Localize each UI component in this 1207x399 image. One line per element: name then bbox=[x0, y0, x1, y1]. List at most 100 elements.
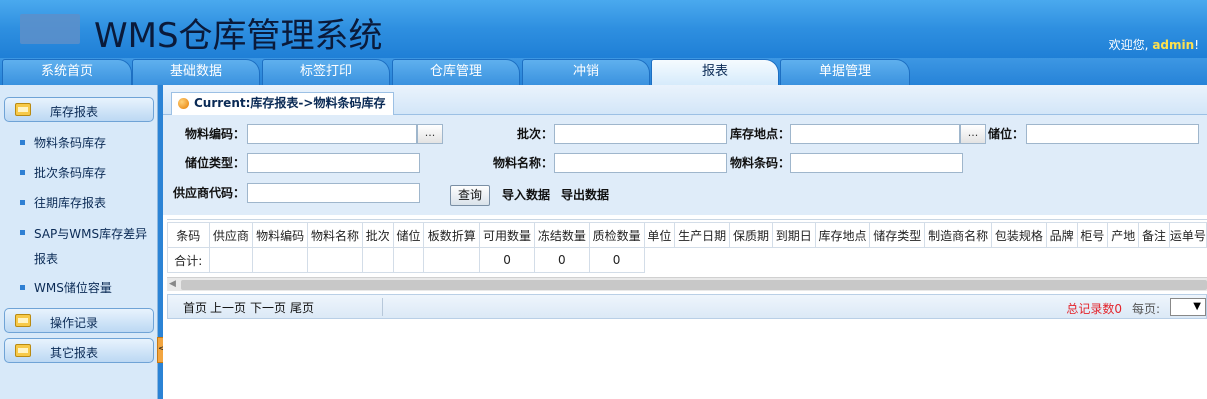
sidebar-item-past-stock-report[interactable]: 往期库存报表 bbox=[20, 192, 154, 214]
search-form: 物料编码： ... 批次： 库存地点： ... 储位： 储位类型： 物料名称： … bbox=[163, 115, 1207, 215]
material-barcode-label: 物料条码： bbox=[729, 156, 790, 170]
scroll-left-arrow-icon[interactable]: ◀ bbox=[169, 279, 176, 289]
column-header[interactable]: 库存地点 bbox=[814, 222, 871, 248]
sidebar-item-batch-barcode-stock[interactable]: 批次条码库存 bbox=[20, 162, 154, 184]
sidebar-group-other-reports[interactable]: 其它报表 bbox=[4, 338, 154, 363]
supplier-code-input[interactable] bbox=[247, 183, 420, 203]
main-content: Current:库存报表->物料条码库存 物料编码： ... 批次： 库存地点：… bbox=[163, 85, 1207, 399]
app-title: WMS仓库管理系统 bbox=[94, 16, 383, 56]
location-label: 库存地点： bbox=[729, 127, 790, 141]
material-name-input[interactable] bbox=[554, 153, 727, 173]
supplier-code-label: 供应商代码： bbox=[172, 186, 245, 200]
table-cell bbox=[423, 247, 481, 273]
sidebar-group-inventory-reports[interactable]: 库存报表 bbox=[4, 97, 154, 122]
sidebar-item-wms-bin-capacity[interactable]: WMS储位容量 bbox=[20, 277, 154, 299]
bullet-icon bbox=[20, 285, 25, 290]
location-input[interactable] bbox=[790, 124, 960, 144]
prev-page-link[interactable]: 上一页 bbox=[210, 299, 246, 316]
table-cell bbox=[208, 247, 254, 273]
bullet-icon bbox=[20, 230, 25, 235]
bullet-icon bbox=[20, 200, 25, 205]
material-barcode-input[interactable] bbox=[790, 153, 963, 173]
column-header[interactable]: 制造商名称 bbox=[924, 222, 992, 248]
tab-reports[interactable]: 报表 bbox=[651, 59, 779, 85]
query-button[interactable]: 查询 bbox=[450, 185, 490, 206]
scrollbar-thumb[interactable] bbox=[181, 280, 1207, 290]
column-header[interactable]: 到期日 bbox=[771, 222, 816, 248]
sidebar-item-label: WMS储位容量 bbox=[34, 281, 112, 295]
sidebar-group-label: 库存报表 bbox=[50, 105, 99, 119]
table-cell bbox=[392, 247, 425, 273]
sidebar-item-material-barcode-stock[interactable]: 物料条码库存 bbox=[20, 132, 154, 154]
folder-icon bbox=[15, 103, 31, 116]
column-header[interactable]: 生产日期 bbox=[674, 222, 731, 248]
next-page-link[interactable]: 下一页 bbox=[250, 299, 286, 316]
column-header[interactable]: 品牌 bbox=[1045, 222, 1078, 248]
tab-home[interactable]: 系统首页 bbox=[2, 59, 132, 85]
sidebar: 库存报表 物料条码库存 批次条码库存 往期库存报表 SAP与WMS库存差异报表 … bbox=[0, 85, 158, 399]
tab-warehouse-management[interactable]: 仓库管理 bbox=[392, 59, 520, 85]
folder-icon bbox=[15, 344, 31, 357]
export-data-link[interactable]: 导出数据 bbox=[561, 185, 609, 206]
table-cell bbox=[644, 248, 675, 273]
column-header[interactable]: 板数折算 bbox=[423, 222, 481, 248]
table-cell bbox=[361, 247, 394, 273]
column-header[interactable]: 运单号 bbox=[1168, 222, 1207, 248]
sidebar-item-label: 批次条码库存 bbox=[34, 166, 107, 180]
material-code-input[interactable] bbox=[247, 124, 417, 144]
last-page-link[interactable]: 尾页 bbox=[290, 299, 314, 316]
bin-type-label: 储位类型： bbox=[184, 156, 245, 170]
sidebar-item-sap-wms-diff-report[interactable]: SAP与WMS库存差异报表 bbox=[20, 222, 154, 272]
table-cell bbox=[307, 247, 363, 273]
table-cell bbox=[252, 247, 309, 273]
batch-label: 批次： bbox=[516, 127, 553, 141]
bin-type-input[interactable] bbox=[247, 153, 420, 173]
column-header[interactable]: 条码 bbox=[167, 222, 210, 248]
column-header[interactable]: 备注 bbox=[1138, 222, 1170, 248]
column-header[interactable]: 冻结数量 bbox=[533, 222, 590, 248]
import-data-link[interactable]: 导入数据 bbox=[502, 185, 550, 206]
company-logo bbox=[20, 14, 80, 44]
bin-input[interactable] bbox=[1026, 124, 1199, 144]
breadcrumb: Current:库存报表->物料条码库存 bbox=[171, 92, 395, 115]
first-page-link[interactable]: 首页 bbox=[183, 299, 207, 316]
sidebar-item-label: 往期库存报表 bbox=[34, 196, 107, 210]
column-header[interactable]: 储存类型 bbox=[869, 222, 926, 248]
tab-basic-data[interactable]: 基础数据 bbox=[132, 59, 260, 85]
column-header[interactable]: 质检数量 bbox=[588, 222, 645, 248]
column-header[interactable]: 产地 bbox=[1107, 222, 1140, 248]
column-header[interactable]: 批次 bbox=[361, 222, 394, 248]
total-available-qty-cell: 0 bbox=[479, 247, 535, 273]
total-qc-qty-cell: 0 bbox=[588, 247, 645, 273]
tab-label-print[interactable]: 标签打印 bbox=[262, 59, 390, 85]
column-header[interactable]: 储位 bbox=[392, 222, 425, 248]
batch-input[interactable] bbox=[554, 124, 727, 144]
username[interactable]: admin bbox=[1152, 38, 1194, 52]
column-header[interactable]: 可用数量 bbox=[479, 222, 535, 248]
sidebar-group-label: 其它报表 bbox=[50, 346, 99, 360]
app-header: WMS仓库管理系统 欢迎您, admin! bbox=[0, 0, 1207, 58]
breadcrumb-text: Current:库存报表->物料条码库存 bbox=[194, 96, 386, 110]
column-header[interactable]: 柜号 bbox=[1076, 222, 1109, 248]
sidebar-group-operation-records[interactable]: 操作记录 bbox=[4, 308, 154, 333]
column-header[interactable]: 供应商 bbox=[208, 222, 254, 248]
bullet-icon bbox=[20, 140, 25, 145]
material-code-label: 物料编码： bbox=[184, 127, 245, 141]
tab-write-off[interactable]: 冲销 bbox=[522, 59, 650, 85]
tab-document-management[interactable]: 单据管理 bbox=[780, 59, 910, 85]
bin-label: 储位： bbox=[987, 127, 1024, 141]
column-header[interactable]: 单位 bbox=[643, 222, 676, 248]
page-size-label: 每页: bbox=[1131, 302, 1160, 316]
page-size-select[interactable]: ▼ bbox=[1170, 298, 1206, 316]
total-frozen-qty-cell: 0 bbox=[533, 247, 590, 273]
horizontal-scrollbar[interactable]: ◀ bbox=[167, 277, 1207, 291]
total-label-cell: 合计: bbox=[167, 247, 210, 273]
stock-table: 条码 供应商 物料编码 物料名称 批次 储位 板数折算 可用数量 冻结数量 质检数量 单位 生产日期保… bbox=[167, 222, 1207, 273]
pager-divider bbox=[382, 298, 383, 316]
column-header[interactable]: 保质期 bbox=[729, 222, 773, 248]
column-header[interactable]: 包装规格 bbox=[990, 222, 1047, 248]
table-header-row: 条码 供应商 物料编码 物料名称 批次 储位 板数折算 可用数量 冻结数量 质检数量 单位 生产日期保… bbox=[167, 222, 1207, 248]
material-code-picker-button[interactable]: ... bbox=[417, 124, 443, 144]
column-header[interactable]: 物料编码 bbox=[252, 222, 309, 248]
column-header[interactable]: 物料名称 bbox=[307, 222, 363, 248]
